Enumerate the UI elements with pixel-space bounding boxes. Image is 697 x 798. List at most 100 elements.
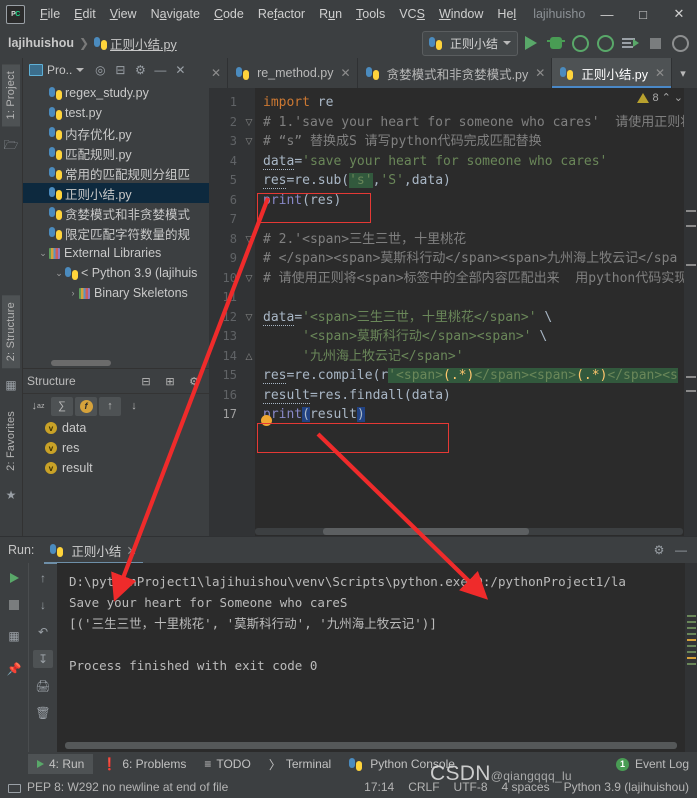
- close-icon[interactable]: ✕: [211, 66, 221, 80]
- close-icon[interactable]: ✕: [341, 66, 351, 80]
- fold-marker[interactable]: ▽: [243, 230, 255, 250]
- menu-file[interactable]: File: [33, 5, 67, 23]
- chevron-down-icon[interactable]: ⌄: [37, 248, 49, 259]
- next-problem-icon[interactable]: ⌄: [674, 91, 683, 104]
- tree-item-limit-count[interactable]: 限定匹配字符数量的规: [23, 223, 209, 243]
- editor-tab-greedy[interactable]: 贪婪模式和非贪婪模式.py ✕: [358, 58, 553, 88]
- profile-icon[interactable]: [593, 30, 618, 56]
- tool-button-python-console[interactable]: Python Console: [340, 754, 464, 774]
- collapse-all-icon[interactable]: ⊟: [110, 59, 130, 81]
- menu-code[interactable]: Code: [207, 5, 251, 23]
- layout-icon[interactable]: ▦: [4, 627, 24, 645]
- structure-grid-icon[interactable]: ▦: [5, 378, 16, 392]
- event-log-area[interactable]: 1 Event Log: [615, 757, 697, 771]
- structure-item-result[interactable]: v result: [23, 458, 209, 478]
- tool-button-problems[interactable]: ❗ 6: Problems: [93, 754, 195, 774]
- run-tab[interactable]: 正则小结 ✕: [44, 541, 143, 564]
- breadcrumb-project[interactable]: lajihuishou: [8, 36, 74, 50]
- close-icon[interactable]: ✕: [535, 66, 545, 80]
- scroll-to-source-icon[interactable]: ↓: [123, 397, 145, 416]
- breadcrumb-file[interactable]: 正则小结.py: [110, 34, 177, 53]
- fold-marker[interactable]: ▽: [243, 132, 255, 152]
- tree-item-test[interactable]: test.py: [23, 103, 209, 123]
- menu-help[interactable]: Hel: [490, 5, 523, 23]
- show-fields-icon[interactable]: f: [75, 396, 97, 416]
- tree-item-common-rules[interactable]: 常用的匹配规则分组匹: [23, 163, 209, 183]
- console-vertical-scrollbar[interactable]: [685, 563, 697, 752]
- sort-alphabetically-icon[interactable]: ↓ az: [27, 397, 49, 416]
- fold-marker[interactable]: ▽: [243, 269, 255, 289]
- run-coverage-icon[interactable]: [568, 30, 593, 56]
- expand-all-icon[interactable]: ⊟: [135, 372, 157, 391]
- read-only-icon[interactable]: [8, 781, 21, 793]
- sidebar-tab-structure[interactable]: 2: Structure: [2, 294, 20, 369]
- editor-tab-re-method[interactable]: re_method.py ✕: [228, 58, 358, 88]
- tree-item-zhengze-xiaojie[interactable]: 正则小结.py: [23, 183, 209, 203]
- project-title-chip[interactable]: Pro..: [29, 63, 85, 77]
- rerun-icon[interactable]: [4, 569, 24, 587]
- menu-tools[interactable]: Tools: [349, 5, 392, 23]
- code-folding-gutter[interactable]: ▽ ▽ ▽ ▽ ▽ △: [243, 88, 255, 536]
- project-tree-hscrollbar[interactable]: [51, 360, 111, 366]
- fold-marker[interactable]: ▽: [243, 308, 255, 328]
- tree-item-match-rules[interactable]: 匹配规则.py: [23, 143, 209, 163]
- gear-icon[interactable]: ⚙: [130, 59, 150, 81]
- minimize-button[interactable]: —: [589, 0, 625, 28]
- chevron-right-icon[interactable]: ›: [67, 288, 79, 298]
- tool-button-todo[interactable]: ≡ TODO: [195, 754, 259, 774]
- stop-icon[interactable]: [643, 30, 668, 56]
- locate-icon[interactable]: ◎: [90, 59, 110, 81]
- tree-item-binary-skeletons[interactable]: › Binary Skeletons: [23, 283, 209, 303]
- indent-setting[interactable]: 4 spaces: [502, 780, 550, 794]
- fold-marker[interactable]: ▽: [243, 113, 255, 133]
- tool-button-terminal[interactable]: 〉 Terminal: [260, 753, 340, 776]
- tree-item-regex-study[interactable]: regex_study.py: [23, 83, 209, 103]
- star-icon[interactable]: ★: [6, 488, 17, 502]
- minimize-icon[interactable]: —: [150, 59, 170, 81]
- python-interpreter-status[interactable]: Python 3.9 (lajihuishou): [564, 780, 689, 794]
- menu-vcs[interactable]: VCS: [392, 5, 432, 23]
- menu-navigate[interactable]: Navigate: [144, 5, 207, 23]
- up-icon[interactable]: ↑: [33, 569, 53, 587]
- scroll-from-source-icon[interactable]: ↑: [99, 396, 121, 416]
- print-icon[interactable]: 🖨: [33, 677, 53, 695]
- menu-view[interactable]: View: [103, 5, 144, 23]
- tree-item-memory-opt[interactable]: 内存优化.py: [23, 123, 209, 143]
- gear-icon[interactable]: ⚙: [183, 372, 205, 391]
- menu-refactor[interactable]: Refactor: [251, 5, 312, 23]
- scroll-to-end-icon[interactable]: ↧: [33, 650, 53, 668]
- run-icon[interactable]: [518, 30, 543, 56]
- line-separator[interactable]: CRLF: [408, 780, 439, 794]
- tree-item-external-libraries[interactable]: ⌄ External Libraries: [23, 243, 209, 263]
- editor-tab-zhengze-xiaojie[interactable]: 正则小结.py ✕: [552, 58, 673, 88]
- collapse-all-icon[interactable]: ⊞: [159, 372, 181, 391]
- gear-icon[interactable]: ⚙: [649, 539, 669, 561]
- menu-window[interactable]: Window: [432, 5, 490, 23]
- folder-icon[interactable]: 🗁: [4, 136, 19, 157]
- tree-item-python-interpreter[interactable]: ⌄ < Python 3.9 (lajihuis: [23, 263, 209, 283]
- pin-icon[interactable]: 📌: [4, 660, 24, 678]
- sidebar-tab-project[interactable]: 1: Project: [2, 64, 20, 127]
- structure-item-data[interactable]: v data: [23, 418, 209, 438]
- clear-all-icon[interactable]: 🗑: [33, 704, 53, 722]
- tree-item-greedy-mode[interactable]: 贪婪模式和非贪婪模式: [23, 203, 209, 223]
- scrollbar-thumb[interactable]: [323, 528, 529, 535]
- structure-item-res[interactable]: v res: [23, 438, 209, 458]
- console-horizontal-scrollbar[interactable]: [65, 742, 677, 749]
- previous-problem-icon[interactable]: ⌃: [662, 91, 671, 104]
- intention-bulb-icon[interactable]: [261, 415, 272, 426]
- close-icon[interactable]: ✕: [655, 66, 665, 80]
- maximize-button[interactable]: □: [625, 0, 661, 28]
- menu-run[interactable]: Run: [312, 5, 349, 23]
- search-icon[interactable]: [668, 30, 693, 56]
- close-icon[interactable]: ✕: [126, 543, 136, 558]
- tool-button-run[interactable]: 4: Run: [28, 754, 94, 774]
- chevron-down-icon[interactable]: ⌄: [53, 268, 65, 279]
- minimize-icon[interactable]: —: [671, 539, 691, 561]
- close-button[interactable]: ✕: [661, 0, 697, 28]
- file-encoding[interactable]: UTF-8: [454, 780, 488, 794]
- menu-edit[interactable]: Edit: [67, 5, 103, 23]
- run-with-params-icon[interactable]: [618, 30, 643, 56]
- inspection-status[interactable]: 8 ⌃ ⌄: [637, 91, 683, 104]
- run-config-selector[interactable]: 正则小结: [421, 30, 518, 56]
